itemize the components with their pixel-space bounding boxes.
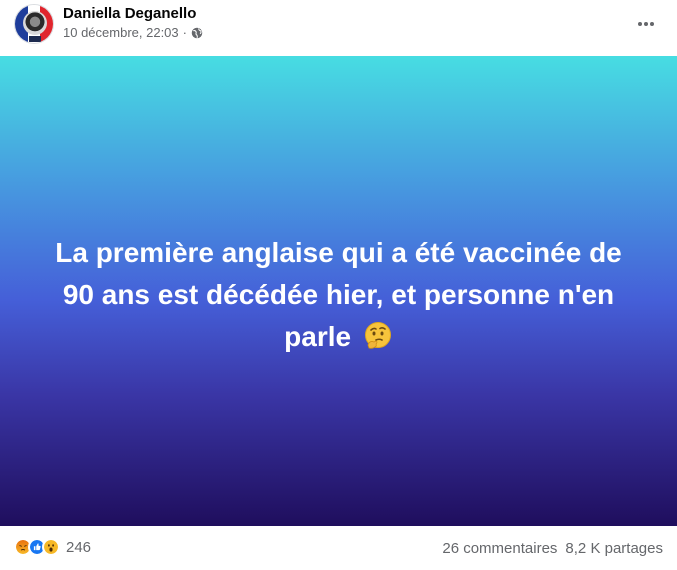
post-text-line-last: parle bbox=[30, 316, 647, 358]
post-meta: 10 décembre, 22:03 · bbox=[63, 25, 203, 40]
post-stats: 26 commentaires 8,2 K partages bbox=[442, 540, 663, 557]
more-options-button[interactable] bbox=[632, 10, 660, 38]
wow-reaction-icon bbox=[42, 538, 60, 556]
post-footer: 246 26 commentaires 8,2 K partages bbox=[0, 526, 677, 570]
author-name[interactable]: Daniella Deganello bbox=[63, 5, 196, 22]
meta-separator: · bbox=[182, 25, 187, 40]
globe-icon[interactable] bbox=[191, 27, 203, 39]
author-avatar[interactable] bbox=[14, 4, 54, 44]
avatar-badge-icon bbox=[29, 36, 41, 42]
post-text-line: 90 ans est décédée hier, et personne n'e… bbox=[62, 279, 615, 310]
more-options-icon bbox=[638, 22, 654, 26]
comments-count[interactable]: 26 commentaires bbox=[442, 540, 557, 557]
reactions-summary[interactable]: 246 bbox=[14, 538, 91, 556]
post-text-line: La première anglaise qui a été vaccinée … bbox=[55, 237, 622, 268]
post-header: Daniella Deganello 10 décembre, 22:03 · bbox=[0, 0, 677, 56]
post-text-line: parle bbox=[284, 321, 352, 352]
avatar-seal-icon bbox=[23, 11, 47, 35]
reaction-count[interactable]: 246 bbox=[66, 539, 91, 556]
shares-count[interactable]: 8,2 K partages bbox=[565, 540, 663, 557]
thinking-face-icon bbox=[363, 321, 393, 351]
post-timestamp[interactable]: 10 décembre, 22:03 bbox=[63, 25, 179, 40]
post-text: La première anglaise qui a été vaccinée … bbox=[30, 232, 647, 358]
